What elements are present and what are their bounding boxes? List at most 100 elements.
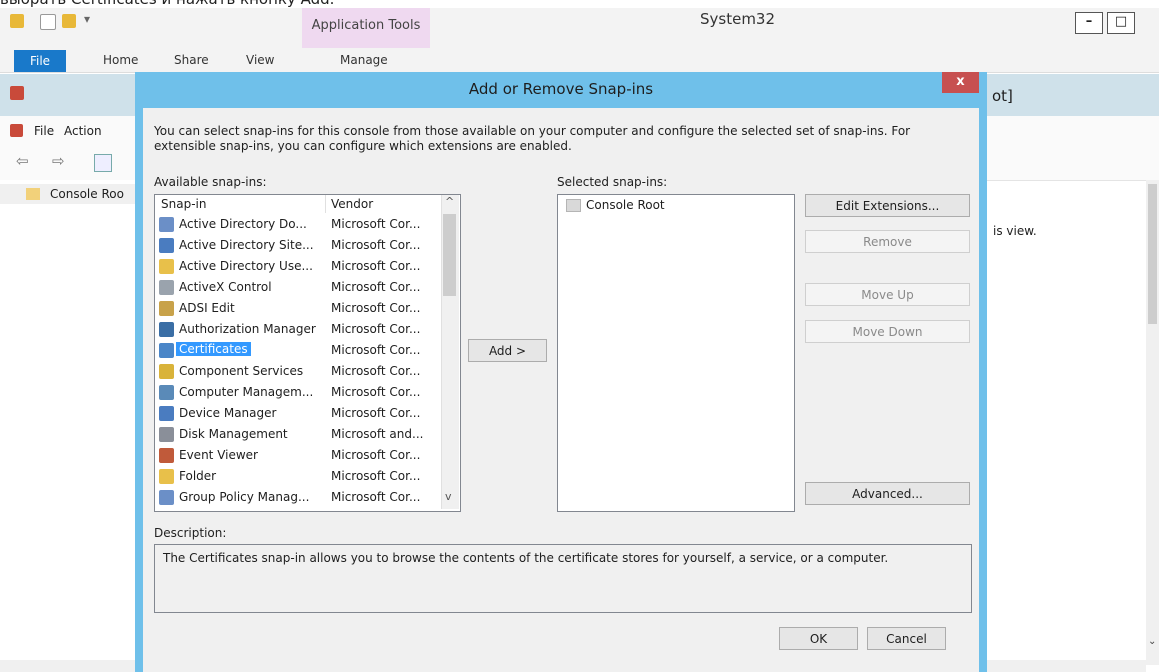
snapin-row[interactable]: Computer Managem... Microsoft Cor... [155,382,443,403]
snapin-name: Event Viewer [179,448,258,462]
cancel-button[interactable]: Cancel [867,627,946,650]
ok-button[interactable]: OK [779,627,858,650]
move-up-button[interactable]: Move Up [805,283,970,306]
snapin-vendor: Microsoft Cor... [331,217,421,231]
scroll-down-icon[interactable]: ⌄ [1148,636,1156,647]
snapin-row[interactable]: Active Directory Site... Microsoft Cor... [155,235,443,256]
selected-snapins-list[interactable]: Console Root [557,194,795,512]
snapin-name: Component Services [179,364,304,378]
dropdown-icon[interactable]: ▾ [84,12,90,26]
application-tools-tab[interactable]: Application Tools [302,8,430,48]
snapin-vendor: Microsoft and... [331,427,424,441]
snapin-name: Device Manager [179,406,277,420]
move-down-button[interactable]: Move Down [805,320,970,343]
properties-icon[interactable] [40,14,56,30]
mmc-title-fragment: ot] [992,87,1013,105]
users-icon [159,259,174,274]
certificates-icon [159,343,174,358]
view-text: is view. [993,224,1037,238]
snapin-name: Certificates [176,342,251,356]
snapin-name: Group Policy Manag... [179,490,310,504]
dialog-title: Add or Remove Snap-ins [468,80,654,98]
snapin-row[interactable]: ADSI Edit Microsoft Cor... [155,298,443,319]
maximize-button[interactable]: □ [1107,12,1135,34]
snapin-vendor: Microsoft Cor... [331,364,421,378]
remove-button[interactable]: Remove [805,230,970,253]
description-label: Description: [154,526,227,540]
snapin-name: Computer Managem... [179,385,314,399]
snapin-row[interactable]: Certificates Microsoft Cor... [155,340,443,361]
device-manager-icon [159,406,174,421]
tab-home[interactable]: Home [103,53,138,67]
snapin-vendor: Microsoft Cor... [331,280,421,294]
snapin-row[interactable]: Folder Microsoft Cor... [155,466,443,487]
dialog-close-button[interactable]: x [942,72,979,93]
snapin-row[interactable]: Device Manager Microsoft Cor... [155,403,443,424]
intro-text-line1: You can select snap-ins for this console… [154,124,911,138]
column-header-snapin[interactable]: Snap-in [161,197,206,211]
snapin-row[interactable]: Active Directory Use... Microsoft Cor... [155,256,443,277]
snapin-vendor: Microsoft Cor... [331,406,421,420]
back-icon[interactable]: ⇦ [16,152,29,170]
snapin-row[interactable]: Authorization Manager Microsoft Cor... [155,319,443,340]
activex-icon [159,280,174,295]
instruction-caption: выбрать Certificates и нажать кнопку Add… [0,0,1159,8]
snapin-name: Folder [179,469,217,483]
snapin-name: Authorization Manager [179,322,316,336]
column-header-vendor[interactable]: Vendor [331,197,373,211]
snapin-row[interactable]: Group Policy Manag... Microsoft Cor... [155,487,443,508]
snapin-row[interactable]: Event Viewer Microsoft Cor... [155,445,443,466]
snapin-name: ActiveX Control [179,280,272,294]
list-scrollbar-thumb[interactable] [443,214,456,296]
mmc-tree-pane: Console Roo [0,180,136,665]
snapin-row[interactable]: Disk Management Microsoft and... [155,424,443,445]
menu-file[interactable]: File [34,124,54,138]
tab-file[interactable]: File [14,50,66,72]
tab-manage[interactable]: Manage [340,53,388,67]
add-button[interactable]: Add > [468,339,547,362]
edit-extensions-button[interactable]: Edit Extensions... [805,194,970,217]
scroll-up-icon[interactable]: ^ [445,195,454,208]
intro-text-line2: extensible snap-ins, you can configure w… [154,139,572,153]
snapin-row[interactable]: ActiveX Control Microsoft Cor... [155,277,443,298]
new-folder-icon[interactable] [62,14,76,28]
description-text: The Certificates snap-in allows you to b… [163,551,889,565]
snapin-vendor: Microsoft Cor... [331,448,421,462]
snapin-vendor: Microsoft Cor... [331,322,421,336]
scroll-down-icon[interactable]: v [445,490,452,503]
scrollbar-thumb[interactable] [1148,184,1157,324]
event-viewer-icon [159,448,174,463]
disk-management-icon [159,427,174,442]
snapin-name: Active Directory Use... [179,259,313,273]
tree-item-console-root[interactable]: Console Roo [0,184,135,204]
folder-icon [566,199,581,212]
minimize-button[interactable]: – [1075,12,1103,34]
authorization-icon [159,322,174,337]
adsi-edit-icon [159,301,174,316]
snapin-row[interactable]: Active Directory Do... Microsoft Cor... [155,214,443,235]
menu-action[interactable]: Action [64,124,102,138]
tab-share[interactable]: Share [174,53,209,67]
group-policy-icon [159,490,174,505]
advanced-button[interactable]: Advanced... [805,482,970,505]
snapin-name: ADSI Edit [179,301,235,315]
tab-view[interactable]: View [246,53,274,67]
forward-icon[interactable]: ⇨ [52,152,65,170]
snapin-vendor: Microsoft Cor... [331,238,421,252]
snapin-vendor: Microsoft Cor... [331,385,421,399]
mmc-icon [10,86,24,100]
snapin-row[interactable]: Component Services Microsoft Cor... [155,361,443,382]
show-tree-icon[interactable] [94,154,112,172]
mmc-small-icon [10,124,23,137]
snapin-vendor: Microsoft Cor... [331,301,421,315]
snapin-vendor: Microsoft Cor... [331,259,421,273]
snapin-name: Disk Management [179,427,288,441]
computer-management-icon [159,385,174,400]
snapin-vendor: Microsoft Cor... [331,469,421,483]
available-snapins-list[interactable]: Snap-in Vendor Active Directory Do... Mic… [154,194,461,512]
description-box: The Certificates snap-in allows you to b… [154,544,972,613]
column-divider [325,195,326,213]
explorer-title-bar: ▾ – □ [0,8,1159,48]
sites-icon [159,238,174,253]
component-services-icon [159,364,174,379]
